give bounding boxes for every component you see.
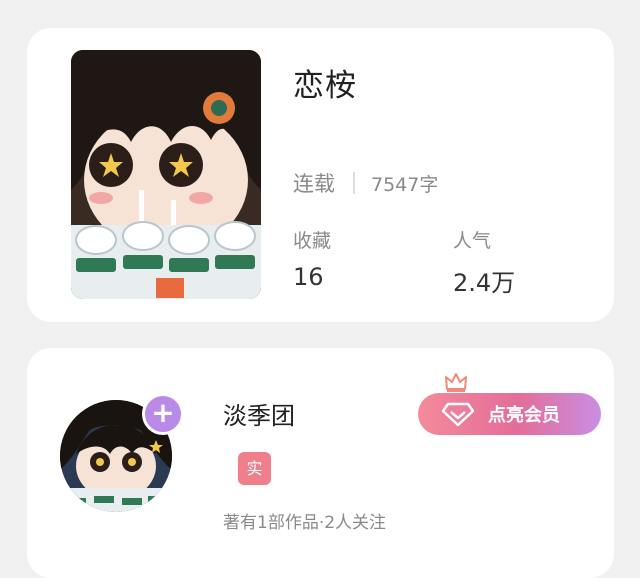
book-cover-image[interactable] xyxy=(71,50,261,299)
stat-label: 收藏 xyxy=(293,230,332,252)
crown-icon xyxy=(445,373,467,392)
stat-value: 2.4万 xyxy=(453,269,516,297)
book-info-card[interactable]: 恋桉 连载 7547字 收藏 16 人气 2.4万 xyxy=(27,28,614,322)
author-meta: 著有1部作品·2人关注 xyxy=(223,513,387,533)
stat-popularity: 人气 2.4万 xyxy=(453,226,515,298)
serial-status: 连载 xyxy=(293,172,335,196)
plus-icon: + xyxy=(151,396,175,429)
follow-button[interactable]: + xyxy=(142,393,184,435)
diamond-icon xyxy=(442,402,474,426)
author-name[interactable]: 淡季团 xyxy=(223,396,295,431)
divider xyxy=(353,172,355,194)
author-card: + 淡季团 实 著有1部作品·2人关注 点亮会员 xyxy=(27,348,614,578)
stat-value: 16 xyxy=(293,263,324,291)
vip-button[interactable]: 点亮会员 xyxy=(418,393,601,435)
book-status-row: 连载 7547字 xyxy=(293,168,438,198)
stat-label: 人气 xyxy=(453,230,492,252)
vip-label: 点亮会员 xyxy=(488,405,560,426)
stat-favorites: 收藏 16 xyxy=(293,226,331,291)
verified-badge: 实 xyxy=(238,452,271,485)
word-count: 7547字 xyxy=(371,173,439,196)
book-title: 恋桉 xyxy=(293,68,357,104)
